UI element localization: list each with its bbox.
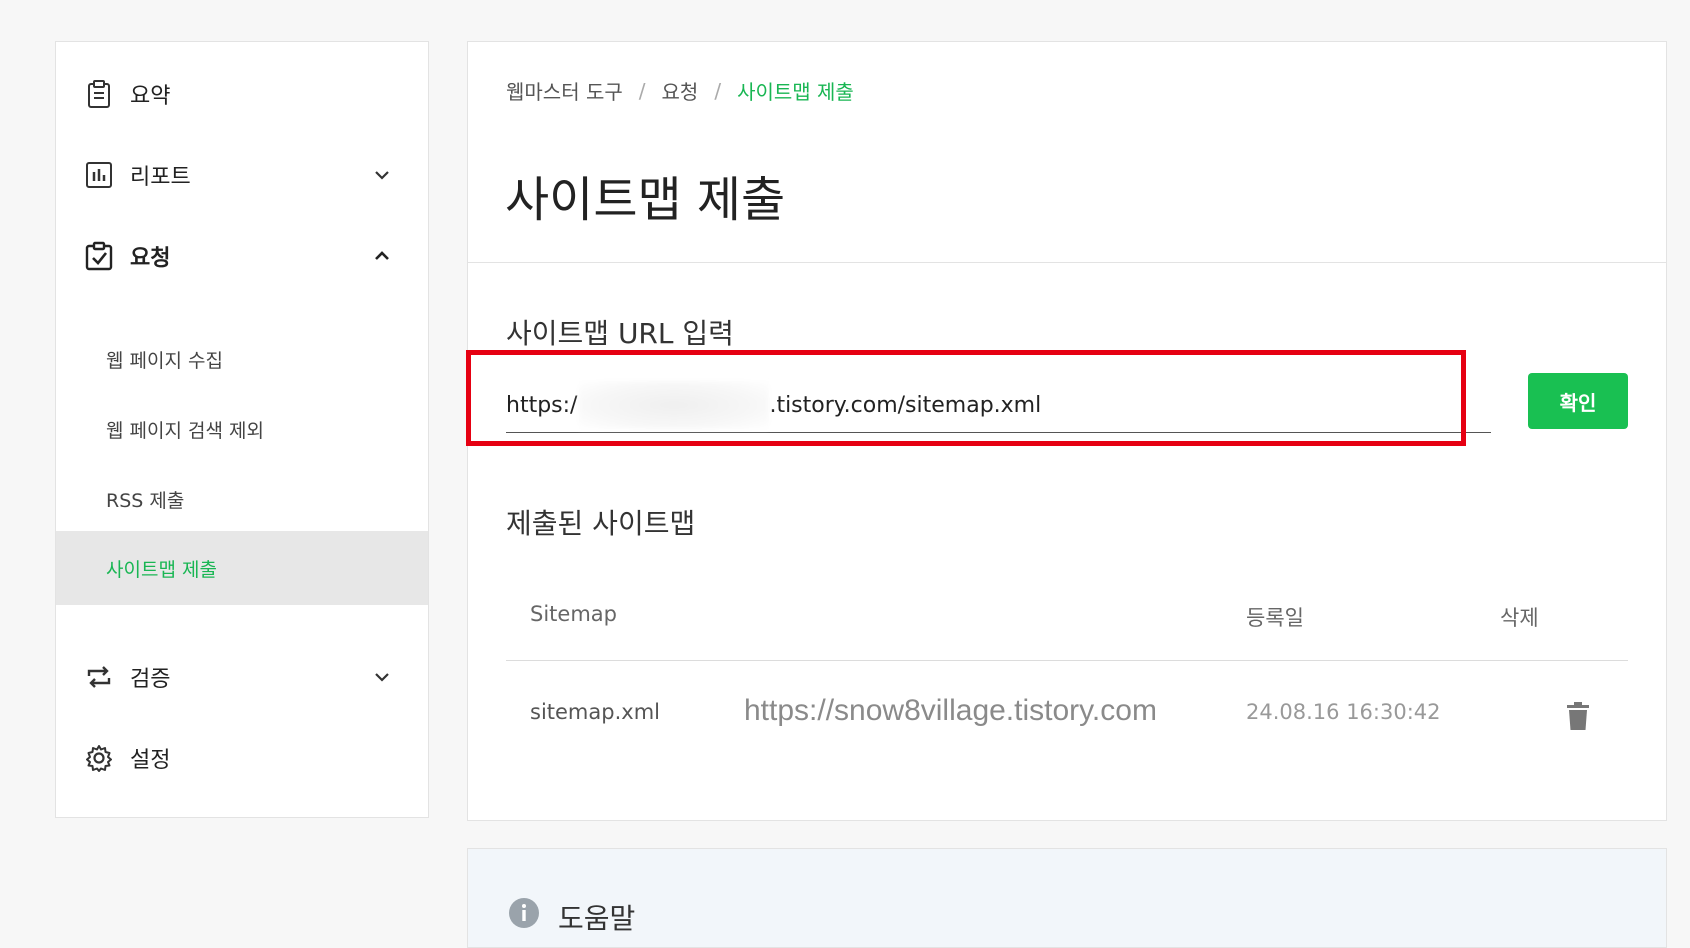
repeat-icon bbox=[87, 666, 111, 688]
trash-icon[interactable] bbox=[1565, 701, 1591, 731]
breadcrumb-item-request[interactable]: 요청 bbox=[662, 76, 699, 105]
sidebar-item-label: 설정 bbox=[130, 748, 171, 773]
bar-chart-icon bbox=[86, 162, 112, 188]
info-icon bbox=[509, 898, 539, 928]
sub-item-label: RSS 제출 bbox=[106, 489, 185, 512]
sidebar-item-label: 검증 bbox=[130, 667, 171, 692]
breadcrumb: 웹마스터 도구 / 요청 / 사이트맵 제출 bbox=[506, 76, 854, 105]
help-label: 도움말 bbox=[558, 902, 636, 935]
checkbox-clipboard-icon bbox=[85, 241, 113, 271]
sub-item-sitemap-submit[interactable]: 사이트맵 제출 bbox=[56, 531, 428, 605]
chevron-up-icon[interactable] bbox=[371, 245, 393, 267]
redacted-blur bbox=[579, 381, 770, 429]
sub-item-web-page-exclude[interactable]: 웹 페이지 검색 제외 bbox=[56, 392, 428, 466]
sidebar-item-summary[interactable]: 요약 bbox=[56, 64, 428, 124]
table-divider bbox=[506, 660, 1628, 661]
sub-item-label: 사이트맵 제출 bbox=[106, 558, 217, 581]
sub-item-label: 웹 페이지 검색 제외 bbox=[106, 419, 264, 442]
breadcrumb-item-webmaster[interactable]: 웹마스터 도구 bbox=[506, 76, 623, 105]
sidebar: 요약 리포트 요청 웹 페이지 수집 웹 페이지 검색 제외 RSS 제출 사이… bbox=[55, 41, 429, 818]
breadcrumb-separator: / bbox=[714, 78, 722, 103]
table-cell-date: 24.08.16 16:30:42 bbox=[1246, 700, 1441, 724]
sidebar-item-report[interactable]: 리포트 bbox=[56, 145, 428, 205]
watermark: https://snow8village.tistory.com bbox=[744, 694, 1157, 727]
column-header-delete: 삭제 bbox=[1500, 606, 1539, 630]
submitted-sitemaps-title: 제출된 사이트맵 bbox=[506, 507, 696, 540]
sidebar-item-request[interactable]: 요청 bbox=[56, 226, 428, 286]
clipboard-icon bbox=[88, 80, 110, 108]
chevron-down-icon[interactable] bbox=[371, 666, 393, 688]
sidebar-item-label: 리포트 bbox=[130, 165, 191, 190]
url-input-label: 사이트맵 URL 입력 bbox=[506, 317, 734, 350]
chevron-down-icon[interactable] bbox=[371, 164, 393, 186]
sitemap-url-input[interactable]: https:/ .tistory.com/sitemap.xml bbox=[506, 378, 1491, 433]
sidebar-item-label: 요청 bbox=[130, 246, 171, 271]
main-panel: 웹마스터 도구 / 요청 / 사이트맵 제출 사이트맵 제출 사이트맵 URL … bbox=[466, 41, 1667, 821]
confirm-button[interactable]: 확인 bbox=[1528, 373, 1628, 429]
sidebar-item-settings[interactable]: 설정 bbox=[56, 728, 428, 788]
url-value-suffix: .tistory.com/sitemap.xml bbox=[769, 392, 1042, 418]
gear-icon bbox=[86, 745, 112, 772]
url-value-prefix: https:/ bbox=[506, 392, 578, 418]
sub-item-rss-submit[interactable]: RSS 제출 bbox=[56, 462, 428, 536]
help-panel: 도움말 bbox=[467, 848, 1667, 948]
sub-item-label: 웹 페이지 수집 bbox=[106, 349, 223, 372]
page-title: 사이트맵 제출 bbox=[505, 172, 786, 228]
column-header-sitemap: Sitemap bbox=[530, 602, 617, 626]
breadcrumb-separator: / bbox=[638, 78, 646, 103]
table-cell-sitemap: sitemap.xml bbox=[530, 700, 660, 724]
sidebar-item-label: 요약 bbox=[130, 84, 171, 109]
column-header-date: 등록일 bbox=[1246, 606, 1304, 630]
sub-item-web-page-collect[interactable]: 웹 페이지 수집 bbox=[56, 322, 428, 396]
sidebar-item-verify[interactable]: 검증 bbox=[56, 647, 428, 707]
divider bbox=[468, 262, 1666, 263]
breadcrumb-item-current: 사이트맵 제출 bbox=[737, 80, 854, 104]
